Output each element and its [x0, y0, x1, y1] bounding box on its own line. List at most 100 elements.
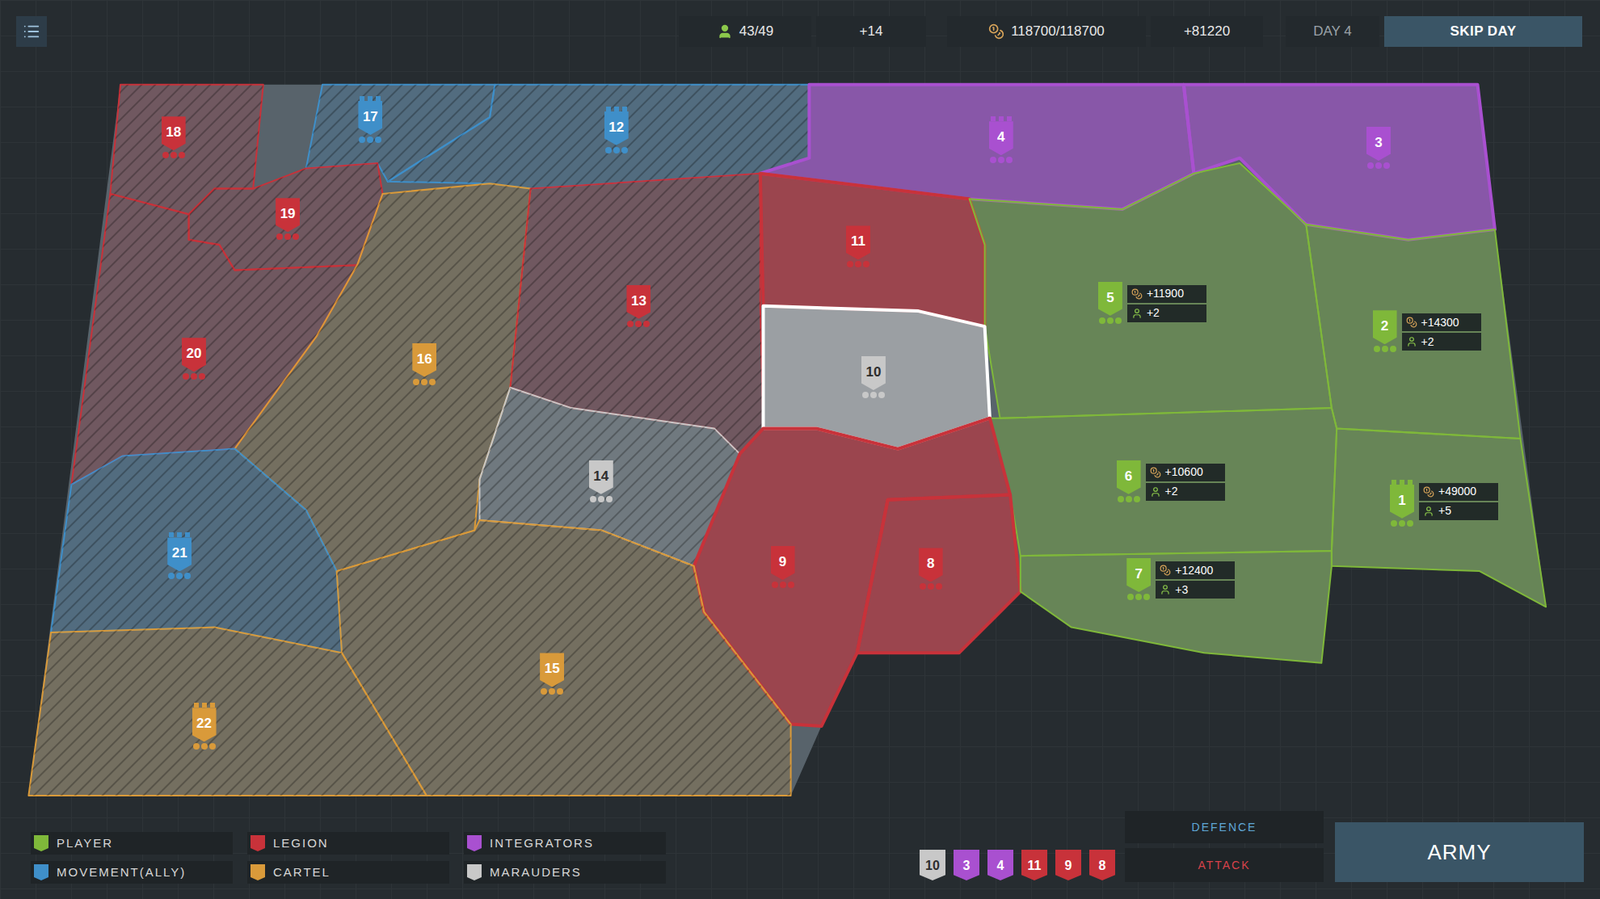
- region-area[interactable]: [760, 173, 986, 327]
- region-area[interactable]: [387, 84, 810, 190]
- region-badge: 1: [1389, 484, 1415, 519]
- income-resources: +10600: [1145, 463, 1226, 482]
- region-pin[interactable]: 15: [538, 652, 566, 695]
- troops-icon: [412, 378, 436, 386]
- army-button[interactable]: ARMY: [1334, 822, 1584, 883]
- region-pin[interactable]: 21: [165, 532, 194, 580]
- region-pin[interactable]: 8: [917, 547, 945, 590]
- troops-icon: [1098, 317, 1122, 325]
- region-badge: 7: [1126, 558, 1151, 593]
- castle-crown-icon: [1389, 480, 1415, 485]
- region-pin[interactable]: 11: [844, 225, 872, 268]
- population-gain: +14: [816, 16, 927, 47]
- income-resources: +12400: [1155, 561, 1235, 580]
- queue-chip[interactable]: 8: [1089, 850, 1116, 881]
- troops-icon: [1373, 345, 1397, 353]
- region-pin[interactable]: 1+49000+5: [1388, 480, 1416, 527]
- region-pin[interactable]: 2+14300+2: [1371, 310, 1399, 353]
- region-badge: 20: [181, 337, 207, 372]
- troops-icon: [846, 261, 870, 268]
- region-pin[interactable]: 9: [769, 546, 797, 589]
- day-counter: DAY 4: [1285, 16, 1380, 47]
- region-area[interactable]: [857, 494, 1021, 653]
- region-area[interactable]: [989, 408, 1337, 556]
- troops-icon: [771, 581, 795, 589]
- coins-icon: [988, 23, 1005, 40]
- income-population: +5: [1418, 502, 1499, 521]
- coins-icon: [1159, 564, 1171, 577]
- region-area[interactable]: [1331, 428, 1546, 607]
- attack-label[interactable]: ATTACK: [1124, 848, 1324, 883]
- region-pin[interactable]: 10: [859, 356, 888, 399]
- region-pin[interactable]: 7+12400+3: [1124, 558, 1153, 601]
- income-resources: +11900: [1127, 285, 1207, 304]
- coins-icon: [1406, 316, 1418, 329]
- castle-crown-icon: [604, 106, 629, 112]
- income-panel: +14300+2: [1402, 313, 1482, 351]
- legend-item: LEGION: [247, 832, 450, 855]
- faction-swatch: [250, 835, 266, 852]
- region-pin[interactable]: 19: [273, 197, 302, 240]
- skip-day-button[interactable]: SKIP DAY: [1384, 16, 1583, 47]
- map: 1817124319201613115+11900+22+14300+21014…: [0, 60, 1600, 809]
- region-pin[interactable]: 4: [987, 116, 1015, 164]
- legend: PLAYERLEGIONINTEGRATORSMOVEMENT(ALLY)CAR…: [30, 832, 666, 885]
- legend-item: PLAYER: [30, 832, 233, 855]
- region-pin[interactable]: 20: [180, 337, 208, 380]
- region-pin[interactable]: 18: [160, 116, 188, 159]
- region-area[interactable]: [1020, 551, 1332, 664]
- income-panel: +12400+3: [1155, 561, 1235, 599]
- queue-chip[interactable]: 9: [1055, 850, 1082, 881]
- region-badge: 19: [275, 197, 300, 232]
- troops-icon: [589, 496, 613, 503]
- region-badge: 16: [412, 343, 437, 378]
- region-pin[interactable]: 17: [356, 96, 384, 144]
- region-pin[interactable]: 13: [624, 285, 653, 328]
- region-area[interactable]: [336, 520, 792, 796]
- coins-icon: [1131, 288, 1143, 300]
- troops-icon: [276, 233, 299, 240]
- queue-chip[interactable]: 11: [1021, 850, 1048, 881]
- menu-button[interactable]: [16, 16, 47, 47]
- coins-icon: [1423, 486, 1435, 498]
- region-badge: 17: [357, 101, 383, 135]
- troops-icon: [1390, 520, 1414, 527]
- region-badge: 18: [161, 116, 186, 151]
- defence-label[interactable]: DEFENCE: [1124, 811, 1324, 844]
- region-area[interactable]: [1305, 224, 1520, 439]
- region-pin[interactable]: 5+11900+2: [1096, 282, 1125, 325]
- queue-chip[interactable]: 10: [919, 850, 946, 881]
- region-area[interactable]: [28, 627, 426, 796]
- castle-crown-icon: [357, 96, 383, 102]
- castle-crown-icon: [192, 703, 217, 708]
- person-icon: [1149, 486, 1162, 498]
- legend-item: MOVEMENT(ALLY): [30, 861, 233, 885]
- region-badge: 2: [1372, 310, 1398, 345]
- region-badge: 15: [539, 652, 565, 687]
- region-pin[interactable]: 16: [410, 343, 438, 386]
- income-population: +2: [1145, 483, 1226, 502]
- region-area[interactable]: [969, 163, 1332, 419]
- region-pin[interactable]: 3: [1364, 126, 1393, 169]
- resources-gain: +81220: [1150, 16, 1264, 47]
- region-badge: 21: [167, 537, 192, 572]
- income-population: +2: [1127, 304, 1207, 323]
- region-badge: 8: [918, 547, 944, 582]
- region-pin[interactable]: 22: [190, 703, 219, 750]
- person-icon: [716, 23, 733, 40]
- region-pin[interactable]: 14: [587, 460, 615, 503]
- target-queue: 10341198: [919, 850, 1116, 881]
- region-badge: 10: [861, 356, 886, 391]
- troops-icon: [605, 147, 628, 154]
- troops-icon: [919, 583, 943, 590]
- coins-icon: [1149, 467, 1162, 479]
- troops-icon: [540, 688, 564, 695]
- game-screen: 43/49+14118700/118700+81220DAY 4SKIP DAY…: [0, 0, 1600, 899]
- region-area[interactable]: [50, 449, 342, 654]
- region-pin[interactable]: 12: [602, 106, 631, 154]
- queue-chip[interactable]: 4: [987, 850, 1014, 881]
- region-badge: 9: [770, 546, 796, 581]
- region-pin[interactable]: 6+10600+2: [1115, 460, 1143, 503]
- queue-chip[interactable]: 3: [953, 850, 980, 881]
- region-badge: 11: [846, 225, 871, 260]
